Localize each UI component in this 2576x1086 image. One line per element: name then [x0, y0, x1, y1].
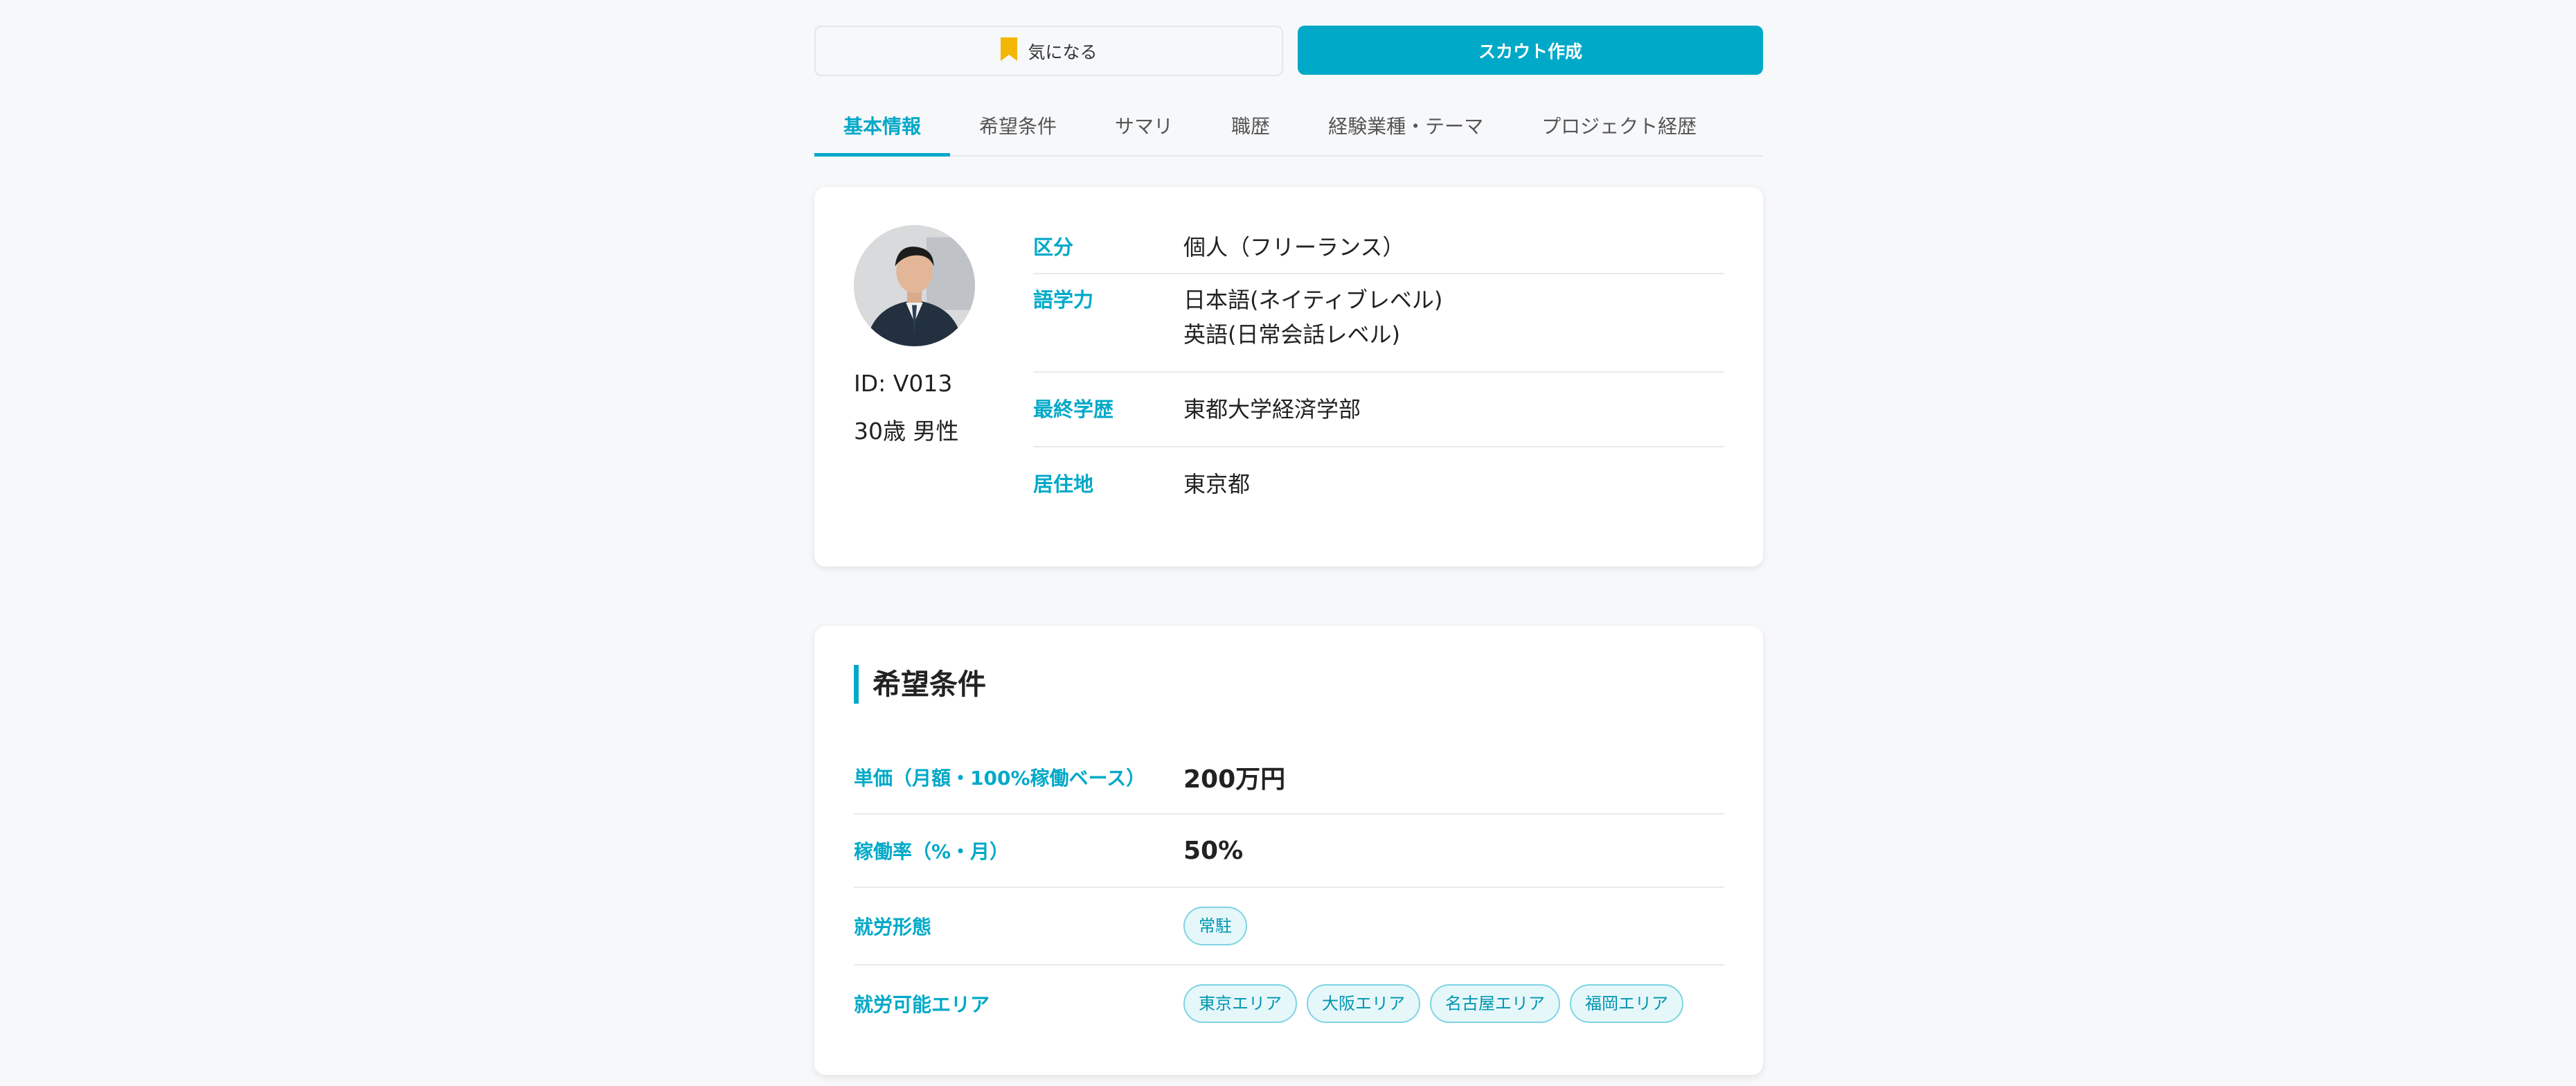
tag: 常駐 — [1183, 907, 1247, 945]
action-bar: 気になる スカウト作成 — [814, 26, 1763, 76]
pref-row-rate: 単価（月額・100%稼働ベース） 200万円 — [854, 741, 1724, 814]
work-style-tags: 常駐 — [1183, 907, 1247, 945]
tab-preferences[interactable]: 希望条件 — [950, 96, 1086, 155]
info-row-residence: 居住地 東京都 — [1033, 447, 1724, 510]
basic-info-table: 区分 個人（フリーランス） 語学力 日本語(ネイティブレベル) 英語(日常会話レ… — [1033, 222, 1724, 510]
tab-work-history[interactable]: 職歴 — [1202, 96, 1299, 155]
pref-row-area: 就労可能エリア 東京エリア 大阪エリア 名古屋エリア 福岡エリア — [854, 965, 1724, 1042]
favorite-button-label: 気になる — [1028, 42, 1098, 62]
info-value: 東都大学経済学部 — [1183, 396, 1361, 422]
preferences-card: 希望条件 単価（月額・100%稼働ベース） 200万円 稼働率（%・月） 50%… — [814, 626, 1763, 1075]
avatar — [854, 225, 975, 346]
tab-summary[interactable]: サマリ — [1086, 96, 1202, 155]
info-label: 区分 — [1033, 235, 1074, 259]
section-title: 希望条件 — [854, 665, 986, 704]
pref-value: 50% — [1183, 836, 1244, 865]
info-label: 語学力 — [1033, 288, 1094, 312]
area-tags: 東京エリア 大阪エリア 名古屋エリア 福岡エリア — [1183, 984, 1683, 1023]
info-row-languages: 語学力 日本語(ネイティブレベル) 英語(日常会話レベル) — [1033, 274, 1724, 373]
pref-label: 稼働率（%・月） — [854, 840, 1010, 863]
tag: 名古屋エリア — [1430, 984, 1560, 1023]
info-value: 個人（フリーランス） — [1183, 234, 1405, 260]
create-scout-button-label: スカウト作成 — [1478, 41, 1582, 62]
info-row-education: 最終学歴 東都大学経済学部 — [1033, 373, 1724, 447]
info-value: 東京都 — [1183, 471, 1251, 497]
favorite-button[interactable]: 気になる — [814, 26, 1283, 76]
tab-industry-themes[interactable]: 経験業種・テーマ — [1299, 96, 1512, 155]
candidate-id: ID: V013 — [854, 370, 953, 397]
pref-value: 200万円 — [1183, 765, 1286, 794]
tab-bar: 基本情報 希望条件 サマリ 職歴 経験業種・テーマ プロジェクト経歴 — [814, 96, 1763, 157]
create-scout-button[interactable]: スカウト作成 — [1298, 26, 1763, 75]
pref-row-utilization: 稼働率（%・月） 50% — [854, 814, 1724, 888]
candidate-age-gender: 30歳 男性 — [854, 418, 959, 445]
pref-label: 単価（月額・100%稼働ベース） — [854, 767, 1146, 790]
pref-label: 就労形態 — [854, 916, 932, 938]
tag: 東京エリア — [1183, 984, 1297, 1023]
tag: 福岡エリア — [1570, 984, 1683, 1023]
pref-label: 就労可能エリア — [854, 993, 990, 1016]
pref-row-work-style: 就労形態 常駐 — [854, 888, 1724, 965]
info-label: 居住地 — [1033, 472, 1094, 496]
profile-detail: 気になる スカウト作成 基本情報 希望条件 サマリ 職歴 経験業種・テーマ プロ… — [814, 26, 1763, 1075]
info-value: 日本語(ネイティブレベル) 英語(日常会話レベル) — [1183, 287, 1443, 348]
info-row-category: 区分 個人（フリーランス） — [1033, 222, 1724, 274]
info-label: 最終学歴 — [1033, 398, 1114, 421]
tag: 大阪エリア — [1307, 984, 1420, 1023]
tab-project-history[interactable]: プロジェクト経歴 — [1512, 96, 1726, 155]
bookmark-icon — [1000, 37, 1018, 66]
preferences-table: 単価（月額・100%稼働ベース） 200万円 稼働率（%・月） 50% 就労形態… — [854, 741, 1724, 1042]
basic-info-card: ID: V013 30歳 男性 区分 個人（フリーランス） 語学力 日本語(ネイ… — [814, 187, 1763, 567]
tab-basic-info[interactable]: 基本情報 — [814, 96, 951, 157]
